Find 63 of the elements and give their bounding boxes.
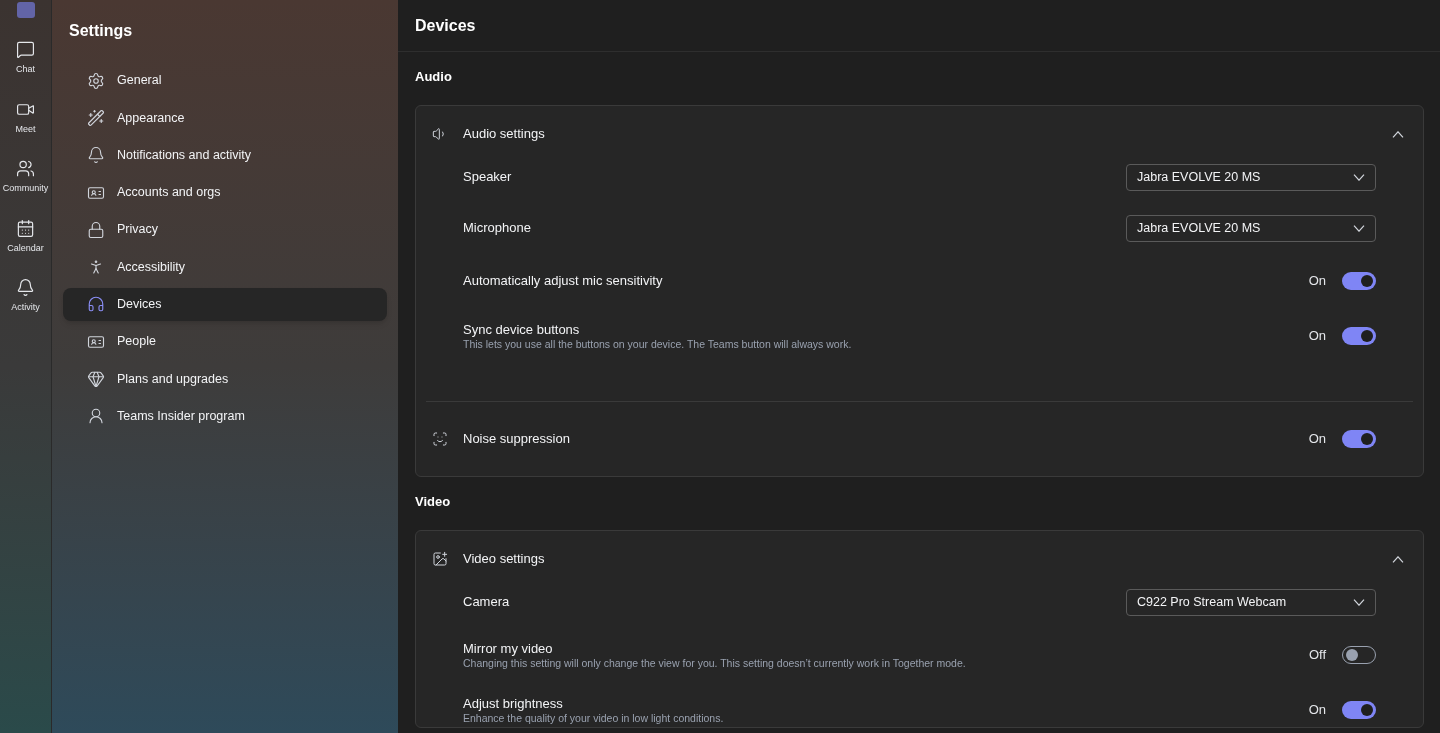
- bell-icon: [16, 278, 35, 297]
- setting-label: Mirror my video: [463, 641, 554, 657]
- settings-menu-item[interactable]: Notifications and activity: [63, 138, 387, 172]
- toggle-state-label: On: [1308, 272, 1326, 291]
- device-dropdown[interactable]: Jabra EVOLVE 20 MS: [1126, 163, 1376, 191]
- bell-icon: [87, 146, 105, 165]
- section-heading: Audio: [415, 69, 453, 85]
- diamond-icon: [87, 370, 105, 388]
- headset-icon: [87, 295, 105, 314]
- magic-wand-icon: [87, 108, 105, 127]
- section-heading: Video: [415, 494, 452, 510]
- setting-label: Adjust brightness: [463, 696, 564, 712]
- setting-label: Microphone: [463, 219, 531, 238]
- settings-menu-item[interactable]: Plans and upgrades: [63, 362, 387, 396]
- chevron-down-icon: [1353, 598, 1365, 606]
- collapse-toggle[interactable]: [1392, 130, 1404, 138]
- settings-menu-item[interactable]: General: [63, 64, 387, 98]
- setting-description: Enhance the quality of your video in low light conditions.: [463, 712, 724, 724]
- device-dropdown[interactable]: Jabra EVOLVE 20 MS: [1126, 214, 1376, 242]
- toggle-switch[interactable]: [1342, 430, 1376, 448]
- chevron-up-icon: [1392, 555, 1404, 563]
- device-dropdown[interactable]: C922 Pro Stream Webcam: [1126, 588, 1376, 616]
- card-title: Video settings: [463, 550, 545, 569]
- collapse-toggle[interactable]: [1392, 555, 1404, 563]
- settings-title: Settings: [69, 21, 134, 41]
- toggle-state-label: On: [1308, 701, 1326, 720]
- calendar-icon: [16, 218, 35, 238]
- lock-icon: [87, 220, 105, 239]
- setting-label: Noise suppression: [463, 430, 570, 449]
- nav-rail-button[interactable]: Activity: [0, 278, 52, 315]
- chevron-up-icon: [1392, 130, 1404, 138]
- toggle-switch[interactable]: [1342, 272, 1376, 290]
- card-title: Audio settings: [463, 125, 545, 144]
- setting-description: This lets you use all the buttons on your device. The Teams button will always work.: [463, 338, 852, 350]
- setting-label: Camera: [463, 593, 510, 612]
- nav-rail-button[interactable]: Community: [0, 159, 52, 196]
- toggle-state-label: On: [1308, 430, 1326, 449]
- toggle-state-label: On: [1308, 327, 1326, 346]
- toggle-switch[interactable]: [1342, 701, 1376, 719]
- settings-menu-item[interactable]: People: [63, 325, 387, 359]
- app-logo: [16, 2, 35, 18]
- page-title: Devices: [415, 15, 476, 36]
- people-icon: [16, 159, 35, 178]
- toggle-switch[interactable]: [1342, 327, 1376, 345]
- chevron-down-icon: [1353, 173, 1365, 181]
- setting-label: Sync device buttons: [463, 322, 581, 338]
- settings-menu-item[interactable]: Privacy: [63, 213, 387, 247]
- setting-description: Changing this setting will only change the view for you. This setting doesn’t currently work in Together mode.: [463, 657, 966, 669]
- settings-icon: [87, 71, 105, 90]
- settings-menu-item[interactable]: Accounts and orgs: [63, 175, 387, 210]
- settings-menu-item[interactable]: Accessibility: [63, 250, 387, 284]
- settings-menu-item[interactable]: Devices: [63, 287, 387, 322]
- setting-label: Automatically adjust mic sensitivity: [463, 273, 663, 289]
- nav-rail-button[interactable]: Meet: [0, 99, 52, 136]
- settings-menu-item[interactable]: Teams Insider program: [63, 399, 387, 433]
- chevron-down-icon: [1353, 224, 1365, 232]
- setting-label: Speaker: [463, 168, 512, 187]
- nav-rail-button[interactable]: Chat: [0, 40, 52, 77]
- nav-rail-button[interactable]: Calendar: [0, 218, 52, 255]
- settings-menu-item[interactable]: Appearance: [63, 101, 387, 135]
- chat-bubble-icon: [16, 40, 35, 59]
- image-plus-icon: [432, 551, 448, 567]
- toggle-state-label: Off: [1308, 646, 1326, 665]
